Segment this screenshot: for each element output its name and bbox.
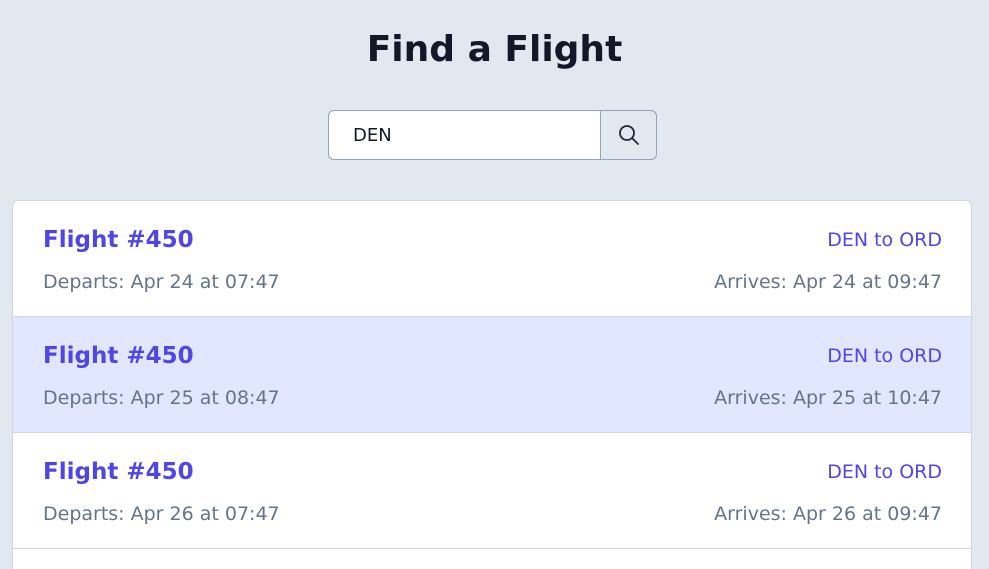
departure-time: Departs: Apr 25 at 08:47: [43, 387, 280, 409]
arrival-time: Arrives: Apr 26 at 09:47: [714, 503, 942, 525]
flight-route: DEN to ORD: [827, 229, 942, 251]
flight-name: Flight #450: [43, 343, 194, 369]
departure-time: Departs: Apr 24 at 07:47: [43, 271, 280, 293]
page-title: Find a Flight: [366, 29, 623, 70]
flight-list-item[interactable]: Flight #450 DEN to ORD Departs: Apr 24 a…: [13, 201, 971, 317]
arrival-time: Arrives: Apr 24 at 09:47: [714, 271, 942, 293]
arrival-time: Arrives: Apr 25 at 10:47: [714, 387, 942, 409]
flight-list-item[interactable]: Flight #450 DEN to ORD Departs: Apr 26 a…: [13, 433, 971, 549]
flight-search-page: Find a Flight Flight #450 DEN to ORD Dep…: [0, 0, 989, 569]
search-icon: [618, 125, 639, 145]
flight-route: DEN to ORD: [827, 345, 942, 367]
search-bar: [328, 110, 657, 160]
flight-name: Flight #450: [43, 459, 194, 485]
departure-time: Departs: Apr 26 at 07:47: [43, 503, 280, 525]
flight-route: DEN to ORD: [827, 461, 942, 483]
flight-list-item-selected[interactable]: Flight #450 DEN to ORD Departs: Apr 25 a…: [13, 317, 971, 433]
search-button[interactable]: [600, 110, 657, 160]
search-input[interactable]: [328, 110, 600, 160]
flight-name: Flight #450: [43, 227, 194, 253]
flight-results-list: Flight #450 DEN to ORD Departs: Apr 24 a…: [12, 200, 972, 569]
